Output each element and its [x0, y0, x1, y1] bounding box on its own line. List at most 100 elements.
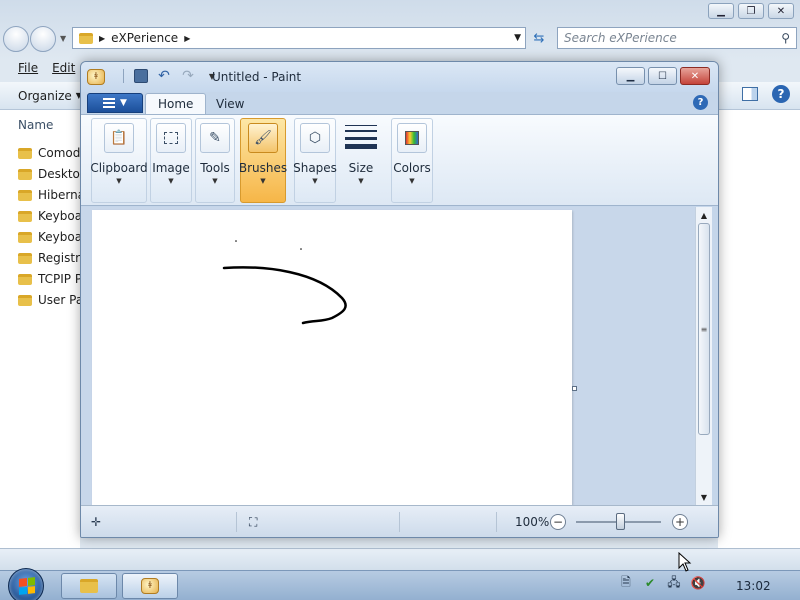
- ribbon-group-colors[interactable]: Colors ▼: [391, 118, 433, 203]
- scroll-thumb[interactable]: ≡: [698, 223, 710, 435]
- search-icon[interactable]: ⚲: [781, 31, 790, 45]
- search-input[interactable]: Search eXPerience ⚲: [557, 27, 797, 49]
- help-icon[interactable]: ?: [772, 85, 790, 103]
- folder-icon: [18, 210, 32, 222]
- paint-window: ꬸ ↶ ↷ ▼ Untitled - Paint ▁ ☐ ✕ ▼ Home Vi…: [80, 61, 719, 538]
- back-button[interactable]: [3, 26, 29, 52]
- colors-icon: [397, 123, 427, 153]
- folder-icon: [18, 252, 32, 264]
- recent-pages-dropdown[interactable]: ▼: [60, 34, 66, 43]
- list-item[interactable]: TCPIP P: [18, 272, 82, 286]
- canvas-resize-handle[interactable]: [572, 386, 577, 391]
- brush-icon: 🖌: [248, 123, 278, 153]
- organize-button[interactable]: Organize: [18, 89, 72, 103]
- zoom-slider-thumb[interactable]: [616, 513, 625, 530]
- stroke-dot: [235, 240, 237, 242]
- file-list: Name Comodo Desktop Hibernate Keyboard K…: [0, 110, 82, 550]
- folder-icon: [79, 32, 93, 44]
- ribbon-group-image[interactable]: Image ▼: [150, 118, 192, 203]
- ribbon-group-label: Tools: [200, 161, 230, 175]
- chevron-down-icon: ▼: [358, 177, 364, 185]
- list-item[interactable]: Keyboard: [18, 209, 82, 223]
- menu-file[interactable]: File: [18, 61, 38, 75]
- save-icon[interactable]: [134, 69, 148, 83]
- close-button[interactable]: ✕: [680, 67, 710, 85]
- refresh-button[interactable]: ⇆: [528, 27, 550, 49]
- chevron-down-icon: ▼: [409, 177, 415, 185]
- list-item[interactable]: Hibernate: [18, 188, 82, 202]
- chevron-down-icon: ▼: [212, 177, 218, 185]
- undo-icon[interactable]: ↶: [156, 68, 172, 84]
- list-item[interactable]: Desktop: [18, 167, 82, 181]
- ribbon-group-size[interactable]: Size ▼: [340, 118, 382, 203]
- breadcrumb-arrow-icon[interactable]: ▶: [99, 34, 105, 43]
- forward-button[interactable]: [30, 26, 56, 52]
- system-tray: 🗎 ✔ 🖧 🔇: [618, 575, 706, 591]
- security-shield-icon[interactable]: ✔: [642, 575, 658, 591]
- chevron-down-icon: ▼: [260, 177, 266, 185]
- ribbon-group-label: Colors: [393, 161, 431, 175]
- list-item[interactable]: Comodo: [18, 146, 82, 160]
- breadcrumb-segment[interactable]: eXPerience: [111, 31, 178, 45]
- ribbon-group-tools[interactable]: ✎ Tools ▼: [195, 118, 235, 203]
- explorer-maximize-button[interactable]: ❐: [738, 3, 764, 19]
- redo-icon[interactable]: ↷: [180, 68, 196, 84]
- paint-menu-button[interactable]: ▼: [87, 93, 143, 113]
- help-icon[interactable]: ?: [693, 95, 708, 110]
- paint-title-bar: ꬸ ↶ ↷ ▼ Untitled - Paint ▁ ☐ ✕: [81, 62, 718, 92]
- folder-icon: [18, 168, 32, 180]
- maximize-button[interactable]: ☐: [648, 67, 677, 85]
- list-item-label: Hibernate: [38, 188, 82, 202]
- scroll-down-icon[interactable]: ▼: [696, 489, 712, 505]
- list-item[interactable]: Registry: [18, 251, 82, 265]
- folder-icon: [18, 189, 32, 201]
- network-icon[interactable]: 🖧: [666, 575, 682, 591]
- zoom-in-button[interactable]: +: [672, 514, 688, 530]
- list-item-label: User Pass: [38, 293, 82, 307]
- folder-icon: [18, 273, 32, 285]
- taskbar-paint-button[interactable]: ꬸ: [122, 573, 178, 599]
- list-item-label: Keyboard: [38, 230, 82, 244]
- volume-muted-icon[interactable]: 🔇: [690, 575, 706, 591]
- paint-app-icon: ꬸ: [141, 578, 159, 594]
- minimize-button[interactable]: ▁: [616, 67, 645, 85]
- clock[interactable]: 13:02: [736, 579, 771, 593]
- taskbar-explorer-button[interactable]: [61, 573, 117, 599]
- explorer-minimize-button[interactable]: ▁: [708, 3, 734, 19]
- canvas-drawing: [222, 240, 347, 325]
- list-item[interactable]: Keyboard: [18, 230, 82, 244]
- explorer-close-button[interactable]: ✕: [768, 3, 794, 19]
- address-bar[interactable]: ▶ eXPerience ▶ ▼: [72, 27, 526, 49]
- list-item-label: Comodo: [38, 146, 82, 160]
- folder-icon: [18, 294, 32, 306]
- breadcrumb-arrow-icon[interactable]: ▶: [184, 34, 190, 43]
- explorer-title-bar: ▁ ❐ ✕: [0, 0, 800, 24]
- preview-pane-icon[interactable]: [742, 87, 758, 101]
- paint-app-icon[interactable]: ꬸ: [87, 69, 105, 85]
- ribbon-group-label: Clipboard: [90, 161, 148, 175]
- start-button[interactable]: [8, 568, 44, 600]
- chevron-down-icon: ▼: [312, 177, 318, 185]
- document-icon[interactable]: 🗎: [618, 575, 634, 591]
- menu-lines-icon: [103, 98, 116, 108]
- brush-stroke: [222, 266, 347, 325]
- scroll-up-icon[interactable]: ▲: [696, 207, 712, 223]
- chevron-down-icon: ▼: [168, 177, 174, 185]
- list-item-label: Keyboard: [38, 209, 82, 223]
- vertical-scrollbar[interactable]: ▲ ≡ ▼: [695, 207, 712, 505]
- ribbon-group-label: Shapes: [293, 161, 337, 175]
- tab-view[interactable]: View: [204, 93, 256, 114]
- menu-edit[interactable]: Edit: [52, 61, 75, 75]
- drawing-canvas[interactable]: [92, 210, 577, 505]
- list-item[interactable]: User Pass: [18, 293, 82, 307]
- ribbon-group-shapes[interactable]: ⬡ Shapes ▼: [293, 118, 337, 203]
- address-dropdown-icon[interactable]: ▼: [514, 33, 521, 43]
- ribbon-group-brushes[interactable]: 🖌 Brushes ▼: [239, 118, 287, 203]
- select-icon: [156, 123, 186, 153]
- ribbon-group-clipboard[interactable]: 📋 Clipboard ▼: [90, 118, 148, 203]
- column-header-name[interactable]: Name: [18, 118, 53, 132]
- search-placeholder: Search eXPerience: [564, 31, 677, 45]
- tab-home[interactable]: Home: [145, 93, 207, 114]
- zoom-out-button[interactable]: −: [550, 514, 566, 530]
- canvas-workspace: [81, 207, 702, 505]
